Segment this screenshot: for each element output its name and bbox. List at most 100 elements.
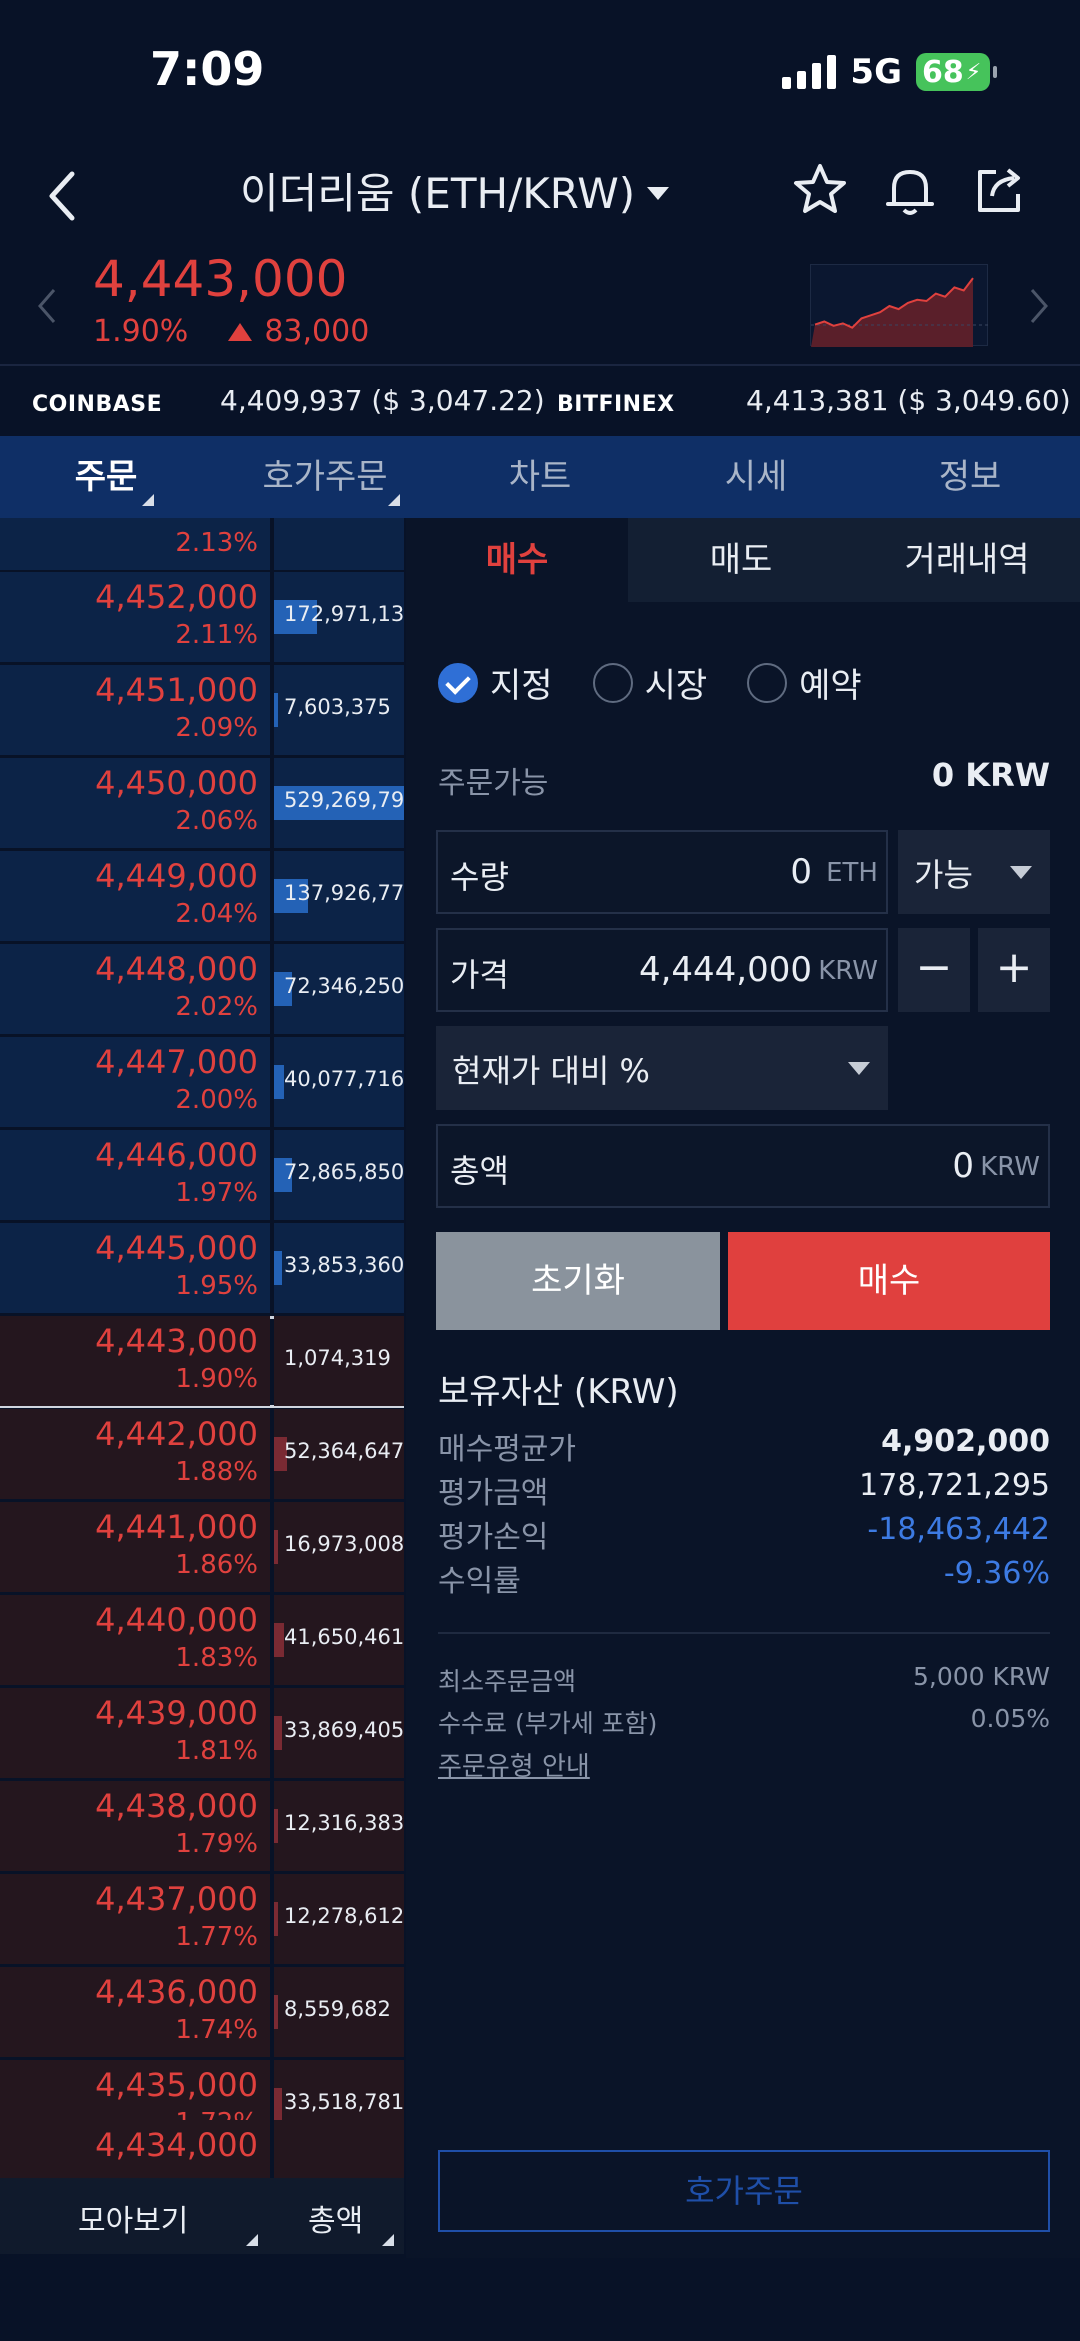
orderbook-row-current[interactable]: 4,443,000 1.90% 1,074,319 (0, 1316, 404, 1408)
orderbook-pct: 1.86% (175, 1550, 258, 1580)
total-field[interactable]: 총액 0 KRW (436, 1124, 1050, 1208)
status-time: 7:09 (150, 42, 265, 96)
total-value: 0 (952, 1146, 974, 1186)
order-type-market[interactable]: 시장 (592, 658, 707, 707)
orderbook-price: 4,439,000 (95, 1694, 258, 1732)
dropdown-value: 가능 (914, 856, 973, 894)
chevron-down-icon (848, 1062, 870, 1075)
tab-quotes[interactable]: 시세 (696, 436, 816, 518)
orderbook-row[interactable]: 4,446,000 1.97% 72,865,850 (0, 1130, 404, 1222)
orderbook-row[interactable]: 4,437,000 1.77% 12,278,612 (0, 1874, 404, 1966)
orderbook-price: 4,448,000 (95, 950, 258, 988)
orderbook-row[interactable]: 4,439,000 1.81% 33,869,405 (0, 1688, 404, 1780)
orderbook-volume: 33,853,360 (284, 1253, 404, 1277)
orderbook-pct: 1.97% (175, 1178, 258, 1208)
orderbook-pct: 1.95% (175, 1271, 258, 1301)
orderbook-price: 4,451,000 (95, 671, 258, 709)
volume-cell: 16,973,008 (274, 1502, 404, 1592)
orderbook-row-partial[interactable]: 4,434,000 (0, 2120, 404, 2178)
status-indicators: 5G 68 ⚡ (782, 52, 997, 92)
volume-cell: 7,603,375 (274, 665, 404, 755)
mini-chart[interactable] (810, 264, 989, 347)
share-icon[interactable] (970, 160, 1030, 220)
orderbook-price: 4,450,000 (95, 764, 258, 802)
holding-row: 평가금액 178,721,295 (438, 1468, 1050, 1512)
orderbook-pct: 2.06% (175, 806, 258, 836)
orderbook-row[interactable]: 4,452,000 2.11% 172,971,132 (0, 572, 404, 664)
volume-cell: 33,853,360 (274, 1223, 404, 1313)
available-value: 0 KRW (931, 756, 1050, 794)
page-title: 이더리움 (ETH/KRW) (240, 169, 636, 218)
orderbook-volume: 41,650,461 (284, 1625, 404, 1649)
price-cell: 4,451,000 2.09% (0, 665, 270, 755)
price-cell: 4,442,000 1.88% (0, 1409, 270, 1499)
order-type-guide-link[interactable]: 주문유형 안내 (438, 1746, 590, 1783)
price-cell: 4,452,000 2.11% (0, 572, 270, 662)
orderbook-order-button[interactable]: 호가주문 (438, 2150, 1050, 2232)
total-toggle-button[interactable]: 총액 (308, 2196, 363, 2240)
corner-indicator-icon (142, 494, 154, 506)
volume-bar (274, 1065, 284, 1099)
chevron-down-icon (647, 187, 670, 200)
tab-sell[interactable]: 매도 (628, 518, 854, 602)
orderbook-row[interactable]: 4,451,000 2.09% 7,603,375 (0, 665, 404, 757)
orderbook[interactable]: 2.13% 4,452,000 2.11% 172,971,132 4,451,000… (0, 518, 404, 2178)
chevron-down-icon (1010, 866, 1032, 879)
orderbook-pct: 2.02% (175, 992, 258, 1022)
buy-button[interactable]: 매수 (728, 1232, 1050, 1330)
orderbook-row[interactable]: 4,438,000 1.79% 12,316,383 (0, 1781, 404, 1873)
current-price: 4,443,000 (93, 250, 348, 308)
orderbook-pct: 1.83% (175, 1643, 258, 1673)
tab-history[interactable]: 거래내역 (854, 518, 1080, 602)
price-cell: 4,439,000 1.81% (0, 1688, 270, 1778)
dropdown-value: 현재가 대비 % (452, 1052, 650, 1090)
reset-button[interactable]: 초기화 (436, 1232, 720, 1330)
quantity-field[interactable]: 수량 0 ETH (436, 830, 888, 914)
tab-info[interactable]: 정보 (910, 436, 1030, 518)
back-button[interactable] (40, 166, 86, 226)
holding-label: 평가금액 (438, 1476, 549, 1511)
order-type-limit[interactable]: 지정 (438, 658, 553, 707)
orderbook-pct: 2.13% (175, 528, 258, 558)
orderbook-row[interactable]: 4,436,000 1.74% 8,559,682 (0, 1967, 404, 2059)
next-market-arrow-icon[interactable] (1026, 286, 1050, 330)
price-cell: 4,449,000 2.04% (0, 851, 270, 941)
decrement-button[interactable]: − (898, 928, 970, 1012)
order-type-reserved[interactable]: 예약 (747, 658, 862, 707)
tab-orderbook-order[interactable]: 호가주문 (250, 436, 400, 518)
tab-chart[interactable]: 차트 (480, 436, 600, 518)
orderbook-price: 4,447,000 (95, 1043, 258, 1081)
tab-buy[interactable]: 매수 (406, 518, 628, 602)
star-icon[interactable] (790, 160, 850, 220)
orderbook-volume: 12,316,383 (284, 1811, 404, 1835)
price-cell: 4,448,000 2.02% (0, 944, 270, 1034)
orderbook-volume: 529,269,792 (284, 788, 404, 812)
holding-value: 4,902,000 (881, 1424, 1050, 1459)
prev-market-arrow-icon[interactable] (36, 286, 60, 330)
quantity-dropdown[interactable]: 가능 (898, 830, 1050, 914)
radio-unchecked-icon (747, 662, 788, 703)
group-view-button[interactable]: 모아보기 (78, 2196, 188, 2240)
orderbook-row[interactable]: 4,447,000 2.00% 40,077,716 (0, 1037, 404, 1129)
orderbook-row[interactable]: 4,440,000 1.83% 41,650,461 (0, 1595, 404, 1687)
orderbook-row[interactable]: 4,441,000 1.86% 16,973,008 (0, 1502, 404, 1594)
holding-label: 평가손익 (438, 1520, 549, 1555)
increment-button[interactable]: + (978, 928, 1050, 1012)
orderbook-row[interactable]: 4,442,000 1.88% 52,364,647 (0, 1409, 404, 1501)
orderbook-row-partial[interactable]: 2.13% (0, 518, 404, 572)
bell-icon[interactable] (880, 160, 940, 220)
orderbook-row[interactable]: 4,445,000 1.95% 33,853,360 (0, 1223, 404, 1315)
market-selector[interactable]: 이더리움 (ETH/KRW) (240, 160, 670, 221)
orderbook-pct: 2.00% (175, 1085, 258, 1115)
battery-icon: 68 ⚡ (916, 53, 997, 91)
info-row: 최소주문금액 5,000 KRW (438, 1662, 1050, 1706)
holding-label: 수익률 (438, 1564, 521, 1599)
volume-cell: 8,559,682 (274, 1967, 404, 2057)
orderbook-row[interactable]: 4,448,000 2.02% 72,346,250 (0, 944, 404, 1036)
orderbook-row[interactable]: 4,449,000 2.04% 137,926,775 (0, 851, 404, 943)
orderbook-volume: 1,074,319 (284, 1346, 391, 1370)
price-field[interactable]: 가격 4,444,000 KRW (436, 928, 888, 1012)
percent-dropdown[interactable]: 현재가 대비 % (436, 1026, 888, 1110)
orderbook-volume: 137,926,775 (284, 881, 404, 905)
orderbook-row[interactable]: 4,450,000 2.06% 529,269,792 (0, 758, 404, 850)
